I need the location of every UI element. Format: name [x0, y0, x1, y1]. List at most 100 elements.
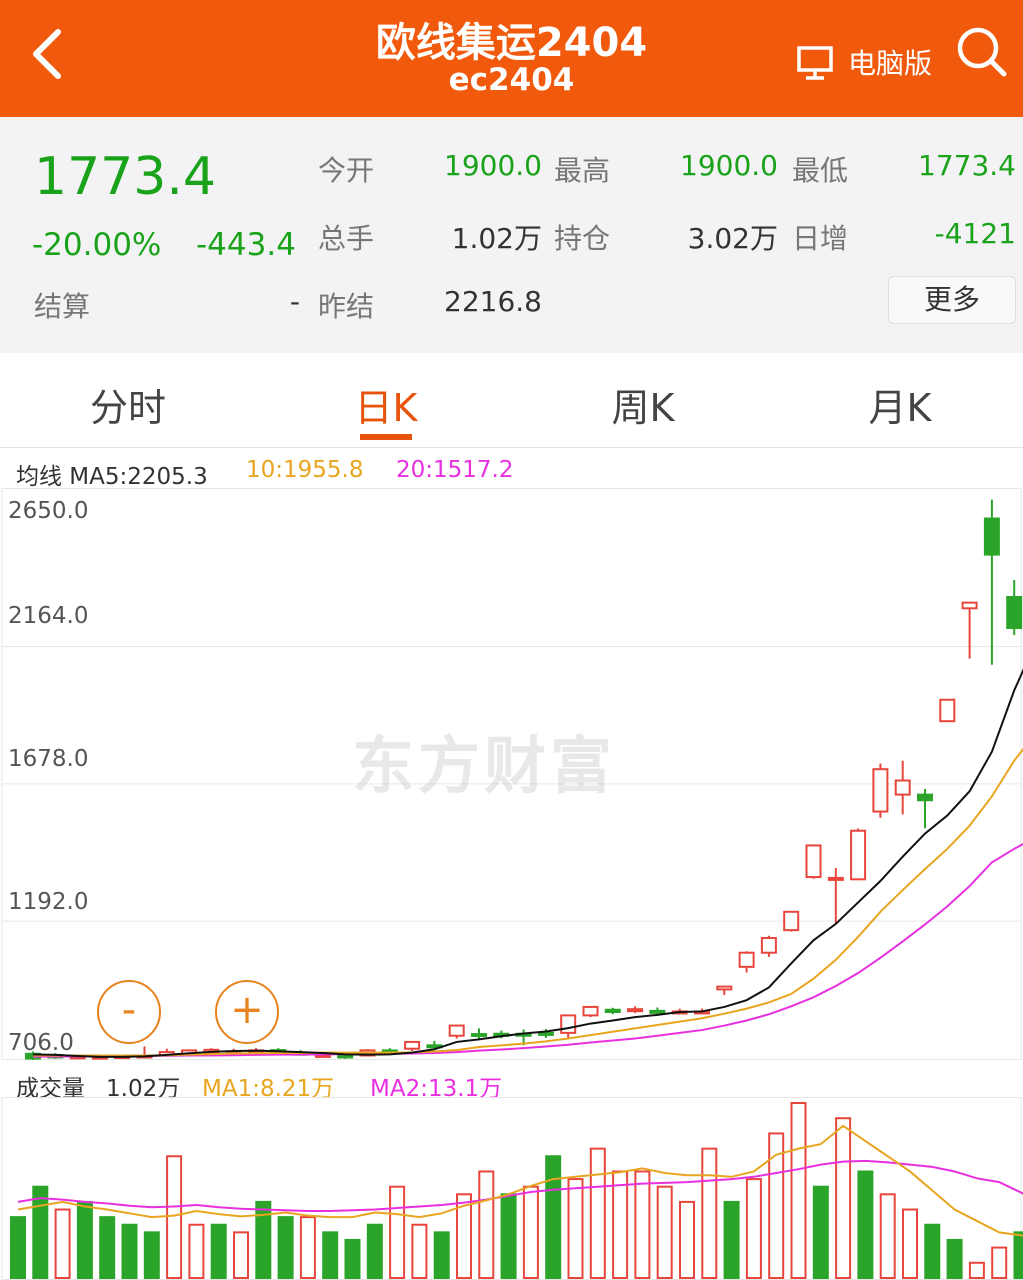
candle-body [850, 829, 867, 881]
candle-body [537, 1031, 554, 1036]
top-bar: 欧线集运2404 ec2404 电脑版 [0, 0, 1023, 117]
daily-increase-value: -4121 [934, 217, 1016, 250]
search-button[interactable] [954, 24, 1010, 80]
watermark: 东方财富 [352, 729, 617, 802]
tab-weekly-k[interactable]: 周K [543, 377, 743, 432]
change-amount: -443.4 [196, 227, 296, 263]
open-label: 今开 [318, 154, 375, 187]
low-value: 1773.4 [918, 149, 1016, 182]
period-tabs: 分时 日K 周K 月K [0, 355, 1023, 448]
settle-label: 结算 [34, 290, 91, 323]
volume-bar [701, 1147, 718, 1279]
volume-bar [835, 1117, 852, 1279]
ma5-legend: 均线 MA5:2205.3 [16, 464, 208, 490]
volume-chart [1, 1097, 1023, 1280]
volume-bar [233, 1231, 249, 1279]
ma10-legend: 10:1955.8 [246, 457, 364, 483]
volume-bar [322, 1231, 339, 1279]
volume-bar [946, 1238, 963, 1280]
candle-body [783, 910, 800, 932]
candle-body [582, 1005, 599, 1017]
candle-body [738, 951, 755, 968]
volume-bar [567, 1178, 584, 1279]
volume-bar [500, 1193, 517, 1279]
volume-bar [99, 1216, 116, 1279]
volume-bar [366, 1223, 383, 1279]
change-percent: -20.00% [32, 227, 162, 263]
volume-bar [389, 1185, 406, 1279]
volume-bar [277, 1216, 294, 1279]
volume-bar [32, 1185, 49, 1279]
ma20-legend: 20:1517.2 [396, 457, 514, 483]
candle-body [404, 1040, 421, 1050]
volume-value: 1.02万 [451, 222, 542, 255]
volume-bar [902, 1208, 918, 1279]
volume-bar [924, 1223, 941, 1279]
volume-bar [411, 1223, 428, 1279]
volume-bar [478, 1170, 495, 1279]
prev-settle-value: 2216.8 [444, 285, 542, 318]
volume-bar [10, 1216, 26, 1279]
volume-bar [968, 1261, 985, 1279]
volume-bar [166, 1155, 183, 1279]
zoom-in-button[interactable]: + [215, 980, 279, 1044]
candle-body [872, 768, 889, 813]
search-icon [957, 27, 1007, 77]
tab-monthly-k[interactable]: 月K [800, 377, 1000, 432]
volume-legend: 成交量 1.02万 MA1:8.21万 MA2:13.1万 [0, 1062, 1023, 1102]
volume-bar [991, 1246, 1008, 1279]
volume-bar [589, 1147, 606, 1279]
volume-bar [612, 1170, 629, 1279]
candle-body [894, 779, 911, 796]
ma-legend: 均线 MA5:2205.3 10:1955.8 20:1517.2 [0, 448, 1023, 490]
y-tick-label: 2650.0 [8, 498, 89, 524]
volume-bar [433, 1231, 450, 1279]
high-label: 最高 [554, 154, 611, 187]
tab-daily-k[interactable]: 日K [286, 377, 486, 432]
candle-body [961, 601, 978, 610]
ma20-line [33, 843, 1023, 1058]
ma5-line [32, 668, 1023, 1058]
zoom-out-button[interactable]: - [97, 980, 161, 1044]
more-button[interactable]: 更多 [888, 276, 1016, 324]
candle-body [1006, 595, 1023, 630]
candle-body [760, 937, 777, 954]
candle-body [939, 698, 956, 723]
high-value: 1900.0 [680, 149, 778, 182]
volume-bar [723, 1200, 740, 1279]
candle-body [604, 1008, 621, 1014]
volume-bar [745, 1178, 762, 1279]
candle-body [827, 876, 844, 881]
open-value: 1900.0 [444, 149, 542, 182]
candle-body [917, 793, 933, 802]
y-tick-label: 706.0 [8, 1030, 74, 1056]
monitor-icon [797, 46, 833, 80]
volume-bar [857, 1170, 874, 1279]
candle-body [448, 1024, 465, 1037]
candle-body [983, 517, 1000, 556]
volume-bar [188, 1223, 205, 1279]
open-interest-label: 持仓 [554, 222, 611, 255]
volume-bar [143, 1231, 160, 1279]
quote-panel: 1773.4 -20.00% -443.4 结算 - 今开 1900.0 最高 … [0, 117, 1023, 353]
volume-bar [299, 1216, 316, 1279]
volume-bar [679, 1200, 695, 1279]
y-tick-label: 2164.0 [8, 603, 89, 629]
volume-bar [210, 1223, 227, 1279]
volume-bar [790, 1102, 807, 1279]
volume-bar [54, 1208, 71, 1279]
candle-body [805, 844, 822, 879]
candle-body [560, 1014, 577, 1034]
desktop-version-button[interactable]: 电脑版 [796, 40, 932, 84]
candle-body [716, 985, 733, 991]
volume-bar [656, 1185, 673, 1279]
volume-bar [1013, 1231, 1023, 1279]
volume-label: 总手 [318, 222, 375, 255]
tab-intraday[interactable]: 分时 [28, 377, 228, 432]
y-tick-label: 1192.0 [8, 889, 89, 915]
volume-bar [76, 1200, 93, 1279]
settle-value: - [289, 285, 300, 318]
volume-bar [634, 1170, 651, 1279]
daily-increase-label: 日增 [792, 222, 849, 255]
volume-bar [344, 1238, 361, 1280]
